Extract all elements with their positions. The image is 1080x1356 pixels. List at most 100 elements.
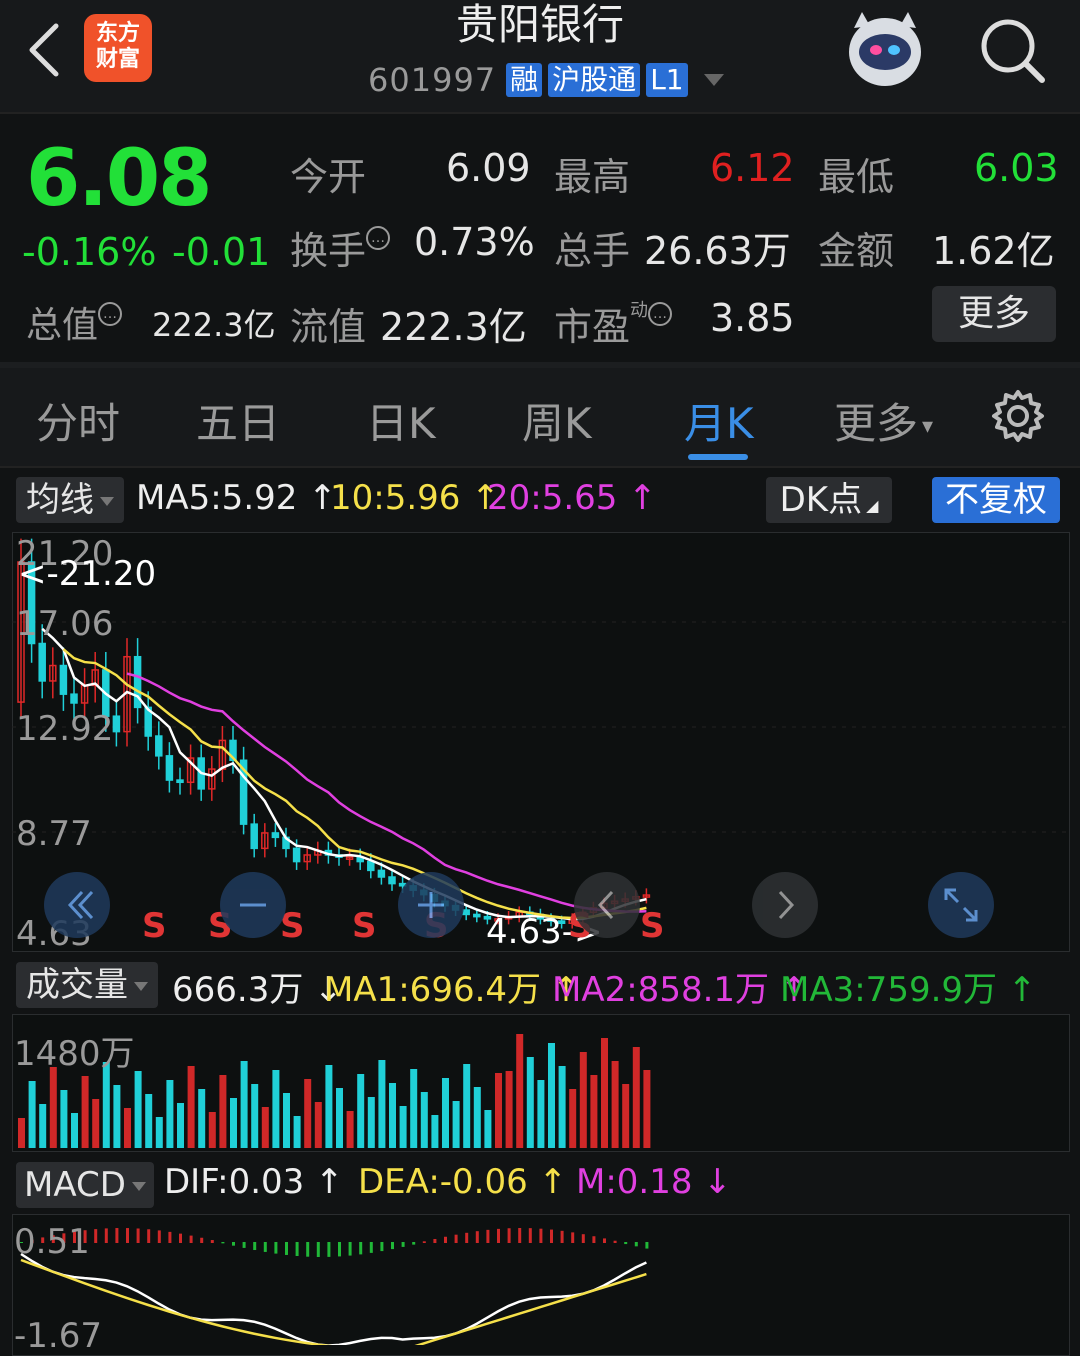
tag-margin: 融 — [506, 63, 543, 97]
tab-intraday[interactable]: 分时 — [36, 390, 120, 451]
volume-bar — [219, 1075, 227, 1148]
tab-daily-k[interactable]: 日K — [366, 390, 436, 451]
candle — [377, 869, 386, 878]
macd-bar — [497, 1228, 500, 1243]
fullscreen-icon[interactable] — [928, 872, 994, 938]
tab-weekly-k[interactable]: 周K — [522, 390, 592, 451]
tab-more[interactable]: 更多 ▾ — [834, 390, 933, 451]
macd-bar — [454, 1234, 458, 1243]
sell-signal: S — [352, 906, 377, 946]
info-icon[interactable]: … — [366, 226, 391, 250]
macd-bar — [550, 1229, 553, 1243]
macd-bar — [486, 1229, 490, 1243]
macd-bar — [380, 1242, 384, 1252]
tag-connect: 沪股通 — [548, 63, 641, 97]
volume-bar — [177, 1103, 184, 1148]
macd-bar — [126, 1228, 129, 1243]
rewind-icon[interactable] — [44, 872, 110, 938]
vol-ma1: MA1:696.4万 ↑ — [324, 970, 581, 1010]
volume-bar — [346, 1111, 354, 1148]
candle — [176, 779, 184, 784]
volume-bar — [283, 1093, 290, 1148]
macd-bar — [157, 1230, 161, 1243]
macd-bar — [401, 1242, 405, 1247]
search-icon[interactable] — [976, 14, 1048, 86]
period-tabs: 分时 五日 日K 周K 月K 更多 ▾ — [0, 368, 1080, 468]
macd-dif: DIF:0.03 ↑ — [164, 1162, 344, 1202]
info-icon[interactable]: … — [648, 302, 673, 326]
volume-indicator-selector[interactable]: 成交量 — [16, 962, 158, 1008]
last-price: 6.08 — [26, 134, 212, 224]
candle — [292, 847, 301, 863]
ma10-line — [62, 648, 647, 920]
volume-bar — [336, 1088, 343, 1148]
macd-bar — [592, 1236, 596, 1243]
next-icon[interactable] — [752, 872, 818, 938]
chevron-down-icon[interactable] — [703, 74, 724, 86]
robot-avatar-icon[interactable] — [840, 8, 930, 92]
zoom-in-icon[interactable] — [398, 872, 464, 938]
volume-bar — [431, 1115, 439, 1148]
macd-selector[interactable]: MACD — [16, 1162, 154, 1208]
gear-icon[interactable] — [990, 388, 1046, 444]
macd-bar — [359, 1242, 363, 1255]
dk-points-button[interactable]: DK点 ◢ — [766, 477, 892, 523]
tab-five-day[interactable]: 五日 — [196, 390, 280, 451]
low-label: 最低 — [818, 155, 895, 199]
prev-icon[interactable] — [574, 872, 640, 938]
volume-chart — [18, 1034, 651, 1148]
active-tab-indicator — [688, 454, 748, 460]
macd-bar — [603, 1238, 606, 1243]
candle — [70, 693, 78, 704]
volume-bar — [314, 1102, 322, 1148]
macd-dea-line — [20, 1258, 647, 1345]
macd-bar — [645, 1242, 649, 1249]
macd-bar — [179, 1233, 182, 1243]
macd-bar — [274, 1242, 278, 1254]
macd-bar — [242, 1242, 246, 1248]
candle — [367, 860, 375, 872]
macd-bar — [147, 1229, 151, 1243]
macd-bar — [210, 1240, 214, 1243]
vol-ma2: MA2:858.1万 ↑ — [552, 970, 809, 1010]
macd-bar — [518, 1228, 522, 1243]
more-quote-button[interactable]: 更多 — [932, 286, 1056, 342]
macd-bar — [189, 1235, 193, 1243]
volume-bar — [39, 1104, 47, 1148]
pe-dynamic-sup: 动 — [630, 300, 649, 321]
candle — [271, 832, 280, 839]
volume-bar — [49, 1067, 57, 1148]
candle — [112, 715, 121, 733]
no-adjust-button[interactable]: 不复权 — [932, 477, 1060, 523]
volume-bar — [92, 1099, 100, 1148]
macd-dea: DEA:-0.06 ↑ — [358, 1162, 568, 1202]
volume-bar — [240, 1061, 248, 1148]
volume-bar — [516, 1034, 524, 1148]
macd-bar — [316, 1242, 320, 1257]
minus-icon[interactable] — [220, 872, 286, 938]
volume-bar — [558, 1066, 566, 1148]
tab-monthly-k[interactable]: 月K — [684, 390, 754, 451]
volume-bar — [526, 1057, 534, 1148]
volume-bar — [325, 1065, 333, 1148]
macd-bar — [285, 1242, 288, 1255]
volume-bar — [632, 1047, 640, 1148]
macd-bar — [306, 1242, 310, 1257]
volume-bar — [60, 1090, 68, 1148]
macd-bar — [539, 1228, 543, 1243]
chevron-down-icon — [134, 982, 148, 991]
turnover-value: 0.73% — [414, 220, 535, 264]
candle — [462, 909, 470, 916]
macd-axis-top: 0.51 — [14, 1222, 90, 1262]
candle — [155, 735, 163, 757]
volume-bar — [81, 1076, 89, 1148]
candle — [250, 823, 258, 850]
info-icon[interactable]: … — [98, 302, 123, 326]
indicator-selector[interactable]: 均线 — [16, 477, 124, 523]
volume-bar — [463, 1064, 471, 1148]
volume-bar — [410, 1069, 418, 1148]
macd-bar — [412, 1242, 416, 1245]
volume-bar — [548, 1043, 555, 1148]
stock-code-row[interactable]: 601997 融 沪股通 L1 — [368, 60, 724, 100]
market-cap-value: 222.3亿 — [152, 306, 276, 344]
